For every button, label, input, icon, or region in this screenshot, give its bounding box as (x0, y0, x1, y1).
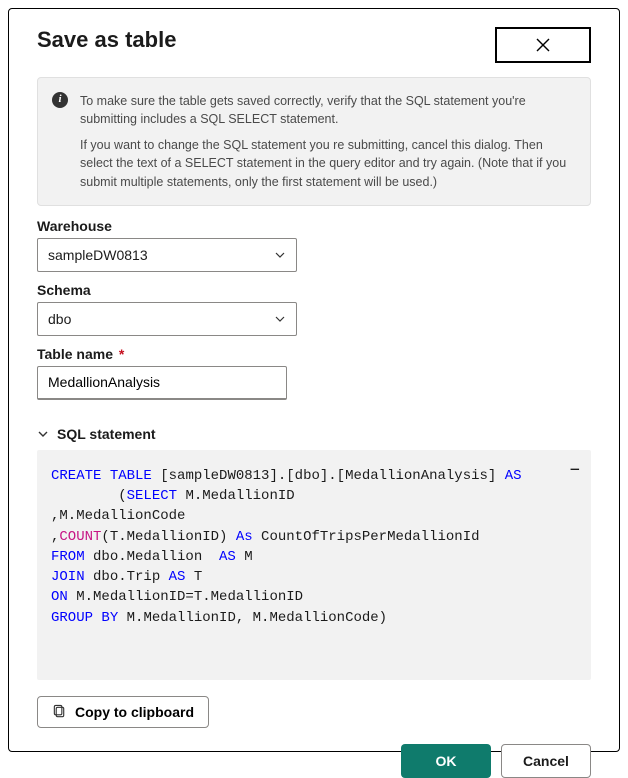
warehouse-value: sampleDW0813 (48, 247, 148, 263)
sql-section-label: SQL statement (57, 426, 156, 442)
save-as-table-dialog: Save as table i To make sure the table g… (8, 8, 620, 752)
ok-button[interactable]: OK (401, 744, 491, 778)
dialog-footer: OK Cancel (37, 744, 591, 778)
warehouse-field-group: Warehouse sampleDW0813 (37, 218, 591, 272)
schema-value: dbo (48, 311, 71, 327)
sql-content: CREATE TABLE [sampleDW0813].[dbo].[Medal… (51, 468, 522, 626)
caret-indicator: — (571, 460, 579, 480)
warehouse-select[interactable]: sampleDW0813 (37, 238, 297, 272)
schema-label: Schema (37, 282, 591, 298)
schema-select[interactable]: dbo (37, 302, 297, 336)
dialog-header: Save as table (37, 27, 591, 63)
dialog-title: Save as table (37, 27, 176, 53)
required-indicator: * (119, 346, 124, 362)
chevron-down-icon (37, 428, 49, 440)
copy-button-label: Copy to clipboard (75, 704, 194, 720)
copy-to-clipboard-button[interactable]: Copy to clipboard (37, 696, 209, 728)
sql-section-toggle[interactable]: SQL statement (37, 426, 591, 442)
info-text-1: To make sure the table gets saved correc… (80, 92, 574, 128)
cancel-button[interactable]: Cancel (501, 744, 591, 778)
table-name-input[interactable] (48, 374, 276, 390)
table-name-label: Table name * (37, 346, 591, 362)
close-button[interactable] (495, 27, 591, 63)
table-name-input-wrapper[interactable] (37, 366, 287, 400)
sql-statement-box[interactable]: — CREATE TABLE [sampleDW0813].[dbo].[Meda… (37, 450, 591, 680)
warehouse-label: Warehouse (37, 218, 591, 234)
clipboard-icon (52, 704, 67, 719)
chevron-down-icon (274, 313, 286, 325)
schema-field-group: Schema dbo (37, 282, 591, 336)
info-message: i To make sure the table gets saved corr… (37, 77, 591, 206)
info-icon: i (52, 92, 68, 108)
close-icon (535, 37, 551, 53)
chevron-down-icon (274, 249, 286, 261)
info-text-2: If you want to change the SQL statement … (80, 136, 574, 190)
table-name-field-group: Table name * (37, 346, 591, 400)
